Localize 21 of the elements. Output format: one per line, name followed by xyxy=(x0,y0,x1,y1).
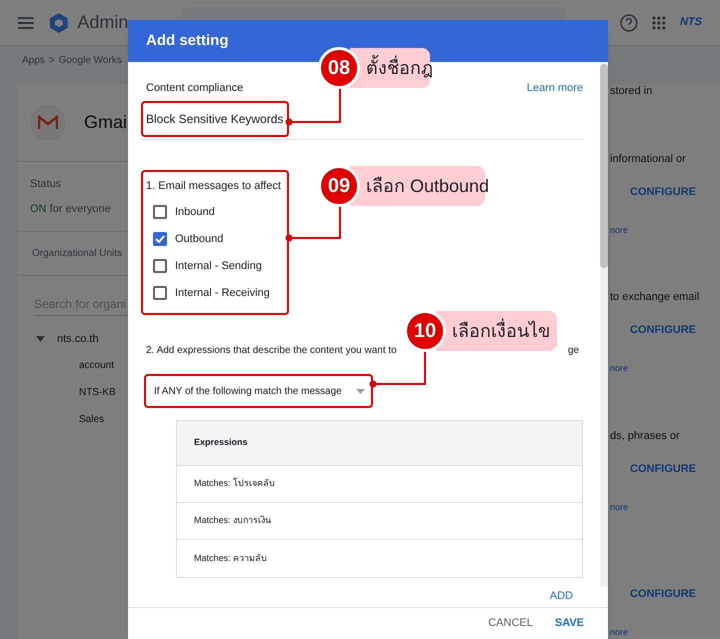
product-name: Admin xyxy=(77,11,128,34)
callout-label: เลือกเงื่อนไข xyxy=(436,311,557,351)
table-cell-text: Matches: ความลับ xyxy=(194,552,268,565)
dialog-title: Add setting xyxy=(146,30,228,51)
service-name: Gmai xyxy=(84,111,128,134)
setting-description: to exchange email xyxy=(610,291,700,303)
table-cell-text: Matches: งบการเงิน xyxy=(194,514,272,528)
status-label: Status xyxy=(30,177,62,192)
setting-description: informational or xyxy=(610,153,686,165)
column-header: Expressions xyxy=(194,436,248,450)
company-logo: NTS xyxy=(680,15,702,30)
setting-description: ds, phrases or xyxy=(610,430,680,442)
callout-label: ตั้งชื่อกฎ xyxy=(350,48,430,88)
breadcrumb-separator: > xyxy=(48,54,55,68)
status-value: ON for everyone xyxy=(30,202,111,216)
setting-description: stored in xyxy=(610,85,652,97)
section-label: Content compliance xyxy=(146,80,244,96)
table-cell-text: Matches: โปรเจคลับ xyxy=(194,477,276,490)
expressions-heading: 2. Add expressions that describe the content you want to xyxy=(146,344,397,358)
affect-heading: 1. Email messages to affect xyxy=(146,179,282,194)
expressions-heading-end: ge xyxy=(568,344,579,358)
